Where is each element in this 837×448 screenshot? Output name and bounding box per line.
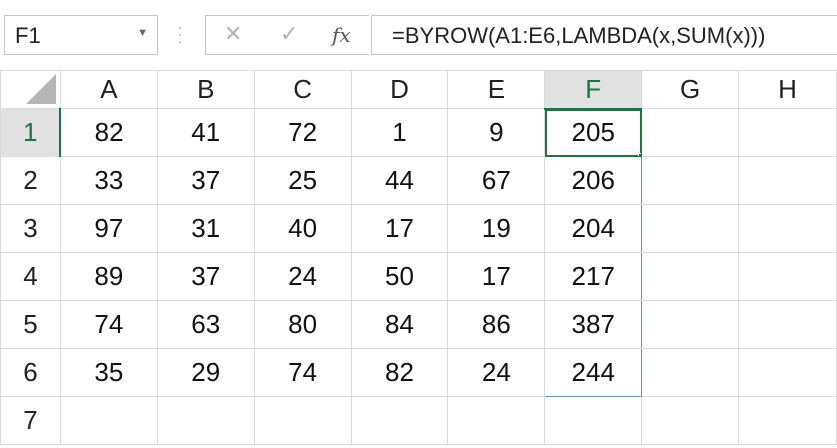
row-header-selected[interactable]: 1: [0, 108, 62, 157]
cell[interactable]: 35: [59, 348, 158, 397]
cell[interactable]: 82: [350, 348, 449, 397]
spill-cell[interactable]: 206: [544, 156, 643, 205]
cell[interactable]: [641, 204, 740, 253]
spill-cell[interactable]: 244: [544, 348, 643, 397]
cell[interactable]: 37: [156, 252, 255, 301]
cell[interactable]: 84: [350, 300, 449, 349]
cell[interactable]: 86: [447, 300, 546, 349]
cell[interactable]: [447, 396, 546, 445]
cell[interactable]: 40: [253, 204, 352, 253]
cell[interactable]: 17: [350, 204, 449, 253]
enter-icon[interactable]: ✓: [280, 21, 298, 47]
column-header-selected[interactable]: F: [544, 70, 643, 110]
spill-cell[interactable]: 204: [544, 204, 643, 253]
cell[interactable]: 80: [253, 300, 352, 349]
spill-cell[interactable]: 217: [544, 252, 643, 301]
cell[interactable]: [641, 300, 740, 349]
column-header[interactable]: D: [350, 70, 449, 109]
cell[interactable]: [738, 156, 837, 205]
sheet-table: A B C D E F G H 1 82 41 72 1 9 205 2 33 …: [0, 70, 837, 445]
cell[interactable]: 24: [447, 348, 546, 397]
column-header-row: A B C D E F G H: [0, 70, 837, 110]
cell[interactable]: 24: [253, 252, 352, 301]
cell[interactable]: [641, 396, 740, 445]
cell[interactable]: [738, 204, 837, 253]
row-header[interactable]: 3: [0, 204, 61, 253]
name-box-value[interactable]: F1: [15, 23, 41, 49]
cell[interactable]: 1: [350, 108, 449, 157]
cell[interactable]: [641, 348, 740, 397]
formula-text[interactable]: =BYROW(A1:E6,LAMBDA(x,SUM(x))): [392, 23, 765, 49]
cell[interactable]: 29: [156, 348, 255, 397]
name-box[interactable]: F1 ▼: [4, 15, 158, 55]
cell[interactable]: 33: [59, 156, 158, 205]
table-row: 4 89 37 24 50 17 217: [0, 252, 837, 301]
column-header[interactable]: G: [641, 70, 740, 109]
column-header[interactable]: C: [253, 70, 352, 109]
cell[interactable]: 9: [447, 108, 546, 157]
formula-bar-area: F1 ▼ · · · ✕ ✓ fx =BYROW(A1:E6,LAMBDA(x,SU…: [0, 0, 837, 70]
cancel-icon[interactable]: ✕: [224, 21, 242, 47]
table-row: 7: [0, 396, 837, 445]
row-header[interactable]: 4: [0, 252, 61, 301]
cell[interactable]: [544, 396, 643, 445]
cell[interactable]: [253, 396, 352, 445]
cell-value: 205: [571, 117, 615, 148]
row-header[interactable]: 7: [0, 396, 61, 445]
column-header[interactable]: E: [447, 70, 546, 109]
select-all-corner[interactable]: [0, 70, 61, 109]
table-row: 5 74 63 80 84 86 387: [0, 300, 837, 349]
cell[interactable]: 82: [59, 108, 158, 157]
formula-buttons: ✕ ✓ fx: [205, 15, 369, 55]
fill-handle[interactable]: [638, 153, 641, 156]
insert-function-icon[interactable]: fx: [332, 23, 351, 47]
cell[interactable]: 63: [156, 300, 255, 349]
cell[interactable]: 19: [447, 204, 546, 253]
cell[interactable]: [59, 396, 158, 445]
cell[interactable]: 31: [156, 204, 255, 253]
cell[interactable]: [738, 108, 837, 157]
cell[interactable]: [738, 396, 837, 445]
table-row: 1 82 41 72 1 9 205: [0, 108, 837, 157]
drag-handle-icon[interactable]: · · ·: [173, 20, 187, 48]
cell[interactable]: 67: [447, 156, 546, 205]
table-row: 2 33 37 25 44 67 206: [0, 156, 837, 205]
cell[interactable]: 44: [350, 156, 449, 205]
formula-input[interactable]: =BYROW(A1:E6,LAMBDA(x,SUM(x))): [371, 15, 837, 55]
cell[interactable]: 17: [447, 252, 546, 301]
table-row: 3 97 31 40 17 19 204: [0, 204, 837, 253]
chevron-down-icon[interactable]: ▼: [137, 27, 148, 39]
row-header[interactable]: 2: [0, 156, 61, 205]
cell[interactable]: 72: [253, 108, 352, 157]
cell[interactable]: [350, 396, 449, 445]
cell[interactable]: [641, 156, 740, 205]
table-row: 6 35 29 74 82 24 244: [0, 348, 837, 397]
column-header[interactable]: A: [59, 70, 158, 109]
cell[interactable]: 89: [59, 252, 158, 301]
column-header[interactable]: H: [738, 70, 837, 109]
spill-cell[interactable]: 387: [544, 300, 643, 349]
cell[interactable]: [641, 252, 740, 301]
row-header[interactable]: 5: [0, 300, 61, 349]
cell[interactable]: [641, 108, 740, 157]
cell[interactable]: 37: [156, 156, 255, 205]
cell[interactable]: 97: [59, 204, 158, 253]
cell[interactable]: [738, 348, 837, 397]
column-header[interactable]: B: [156, 70, 255, 109]
worksheet-grid: A B C D E F G H 1 82 41 72 1 9 205 2 33 …: [0, 70, 837, 448]
cell[interactable]: 25: [253, 156, 352, 205]
row-header[interactable]: 6: [0, 348, 61, 397]
cell[interactable]: 41: [156, 108, 255, 157]
active-cell[interactable]: 205: [544, 108, 643, 157]
cell[interactable]: [738, 252, 837, 301]
cell[interactable]: [156, 396, 255, 445]
cell[interactable]: 74: [59, 300, 158, 349]
cell[interactable]: [738, 300, 837, 349]
cell[interactable]: 50: [350, 252, 449, 301]
cell[interactable]: 74: [253, 348, 352, 397]
